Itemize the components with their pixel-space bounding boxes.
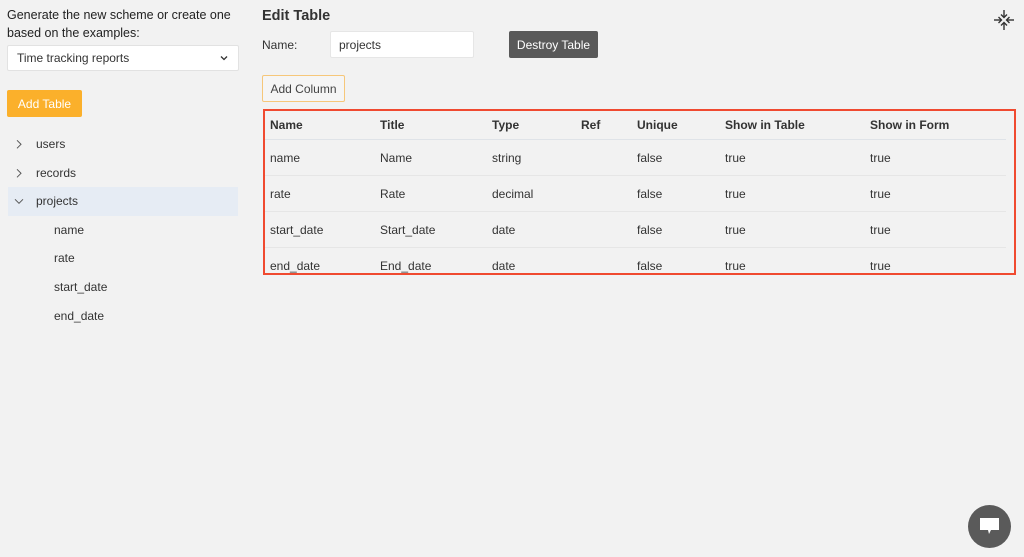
col-header-unique: Unique [637, 118, 678, 132]
collapse-arrows-icon[interactable] [993, 9, 1015, 31]
chevron-right-icon [16, 139, 22, 149]
tree-child-name[interactable]: name [8, 216, 238, 245]
cell-unique: false [637, 150, 663, 165]
chevron-down-icon [220, 56, 228, 61]
table-row[interactable]: start_date Start_date date false true tr… [265, 212, 1006, 248]
page-title: Edit Table [262, 8, 331, 24]
col-header-show-in-table: Show in Table [725, 118, 805, 132]
cell-ref [576, 248, 632, 284]
cell-type: date [492, 258, 516, 273]
tree-child-label: name [54, 222, 85, 237]
table-name-input[interactable] [330, 31, 474, 58]
table-row[interactable]: end_date End_date date false true true [265, 248, 1006, 284]
intro-text: Generate the new scheme or create one ba… [7, 8, 231, 40]
columns-table: Name Title Type Ref Unique Show in Table… [265, 111, 1006, 283]
tree-item-label: users [36, 137, 66, 151]
cell-show-in-table: true [725, 150, 746, 165]
scheme-select-value: Time tracking reports [17, 51, 130, 65]
cell-title: Rate [380, 186, 406, 201]
tree-child-end-date[interactable]: end_date [8, 302, 238, 331]
chevron-right-icon [16, 168, 22, 178]
name-label: Name: [262, 38, 298, 52]
cell-ref [576, 212, 632, 248]
col-header-ref: Ref [581, 118, 601, 132]
cell-name: start_date [270, 222, 324, 237]
col-header-show-in-form: Show in Form [870, 118, 950, 132]
tree-item-label: projects [36, 194, 79, 209]
cell-ref [576, 140, 632, 176]
chat-bubble-icon [980, 518, 999, 534]
tree-child-label: rate [54, 251, 75, 266]
tree-item-projects[interactable]: projects [8, 187, 238, 216]
cell-name: name [270, 150, 301, 165]
cell-title: Start_date [380, 222, 436, 237]
cell-unique: false [637, 186, 663, 201]
cell-show-in-table: true [725, 186, 746, 201]
cell-show-in-form: true [870, 186, 891, 201]
cell-show-in-table: true [725, 258, 746, 273]
table-row[interactable]: name Name string false true true [265, 140, 1006, 176]
col-header-name: Name [270, 118, 303, 132]
chevron-down-icon [14, 199, 24, 205]
table-tree: users records projects name rate start_d… [8, 130, 238, 330]
tree-item-records[interactable]: records [8, 159, 238, 188]
cell-show-in-form: true [870, 222, 891, 237]
tree-child-rate[interactable]: rate [8, 244, 238, 273]
cell-show-in-form: true [870, 258, 891, 273]
cell-name: end_date [270, 258, 321, 273]
scheme-select[interactable]: Time tracking reports [7, 45, 239, 71]
col-header-title: Title [380, 118, 405, 132]
chat-button[interactable] [968, 505, 1011, 548]
cell-type: date [492, 222, 516, 237]
tree-item-users[interactable]: users [8, 130, 238, 159]
cell-unique: false [637, 222, 663, 237]
destroy-table-button[interactable]: Destroy Table [509, 31, 598, 58]
cell-show-in-table: true [725, 222, 746, 237]
cell-ref [576, 176, 632, 212]
cell-title: Name [380, 150, 413, 165]
add-table-button[interactable]: Add Table [7, 90, 82, 117]
tree-child-label: end_date [54, 308, 105, 323]
table-row[interactable]: rate Rate decimal false true true [265, 176, 1006, 212]
cell-type: decimal [492, 186, 534, 201]
col-header-type: Type [492, 118, 520, 132]
tree-child-start-date[interactable]: start_date [8, 273, 238, 302]
columns-table-highlight: Name Title Type Ref Unique Show in Table… [263, 109, 1016, 275]
cell-type: string [492, 150, 522, 165]
cell-name: rate [270, 186, 291, 201]
add-column-button[interactable]: Add Column [262, 75, 345, 102]
cell-title: End_date [380, 258, 432, 273]
cell-unique: false [637, 258, 663, 273]
tree-item-label: records [36, 165, 77, 180]
cell-show-in-form: true [870, 150, 891, 165]
table-header-row: Name Title Type Ref Unique Show in Table… [265, 111, 1006, 140]
tree-child-label: start_date [54, 279, 108, 294]
